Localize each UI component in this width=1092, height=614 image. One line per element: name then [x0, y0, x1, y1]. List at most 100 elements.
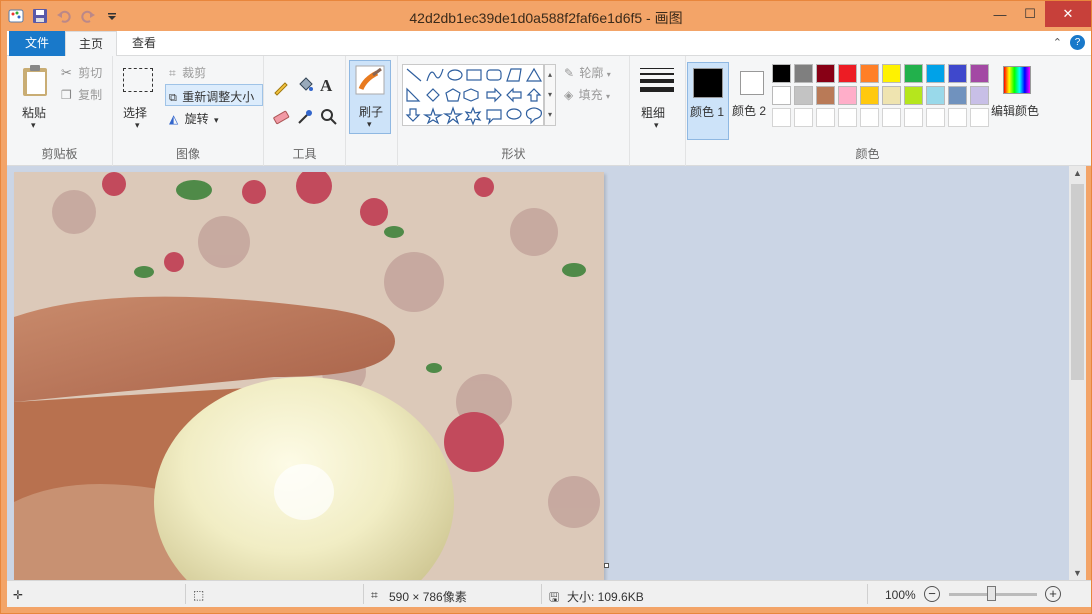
fill-bucket-icon[interactable]	[296, 76, 314, 94]
custom-color-slot[interactable]	[794, 108, 813, 127]
edit-colors-button[interactable]: 编辑颜色	[991, 64, 1047, 134]
zoom-in-button[interactable]: +	[1045, 586, 1061, 602]
collapse-ribbon-icon[interactable]: ⌃	[1053, 36, 1062, 49]
crop-button: ⌗ 裁剪	[169, 64, 206, 81]
palette-color-swatch[interactable]	[904, 64, 923, 83]
minimize-button[interactable]: —	[985, 1, 1015, 27]
custom-color-slot[interactable]	[838, 108, 857, 127]
ribbon-tabs: 文件 主页 查看 ⌃ ?	[7, 31, 1091, 57]
palette-color-swatch[interactable]	[860, 64, 879, 83]
scroll-up-icon[interactable]: ▲	[1069, 168, 1086, 178]
status-divider	[363, 584, 364, 604]
title-bar: 42d2db1ec39de1d0a588f2faf6e1d6f5 - 画图 — …	[1, 1, 1091, 31]
palette-color-swatch[interactable]	[794, 86, 813, 105]
close-button[interactable]: ✕	[1045, 1, 1091, 27]
zoom-level: 100%	[885, 588, 916, 602]
color1-label: 颜色 1	[690, 105, 725, 119]
cursor-position-icon: ✛	[13, 588, 24, 602]
text-tool-icon[interactable]: A	[320, 76, 332, 96]
color2-button[interactable]: 颜色 2	[732, 62, 774, 140]
status-divider	[867, 584, 868, 604]
status-bar: ✛ ⬚ ⌗ 590 × 786像素 🖫 大小: 109.6KB 100% − +	[7, 580, 1091, 607]
palette-color-swatch[interactable]	[970, 86, 989, 105]
cut-button: ✂ 剪切	[61, 64, 102, 81]
tools-group: A 工具	[264, 56, 346, 166]
color-palette	[772, 64, 992, 130]
color2-label: 颜色 2	[732, 104, 767, 118]
custom-color-slot[interactable]	[772, 108, 791, 127]
color1-swatch	[693, 68, 723, 98]
brushes-button[interactable]: 刷子 ▾	[349, 60, 391, 134]
palette-color-swatch[interactable]	[772, 64, 791, 83]
custom-color-slot[interactable]	[860, 108, 879, 127]
maximize-button[interactable]: ☐	[1015, 1, 1045, 27]
canvas-image[interactable]	[14, 172, 604, 580]
color-wheel-icon	[1003, 66, 1031, 94]
palette-color-swatch[interactable]	[816, 64, 835, 83]
color2-swatch	[740, 71, 764, 95]
vertical-scrollbar[interactable]: ▲ ▼	[1069, 166, 1086, 580]
palette-color-swatch[interactable]	[860, 86, 879, 105]
status-divider	[541, 584, 542, 604]
select-button[interactable]: 选择 ▾	[119, 62, 159, 136]
palette-color-swatch[interactable]	[904, 86, 923, 105]
clipboard-group-label: 剪贴板	[41, 147, 78, 161]
palette-color-swatch[interactable]	[882, 86, 901, 105]
rotate-button[interactable]: ◭ 旋转 ▾	[169, 110, 218, 127]
copy-button: ❐ 复制	[61, 86, 102, 103]
shapes-scroll[interactable]: ▴ ▾ ▾	[544, 64, 556, 126]
color-picker-icon[interactable]	[296, 108, 314, 126]
shapes-group: ▴ ▾ ▾ ✎ 轮廓 ▾ ◈ 填充 ▾ 形状	[398, 56, 630, 166]
fill-button: ◈ 填充 ▾	[564, 86, 610, 103]
tab-home[interactable]: 主页	[65, 31, 117, 57]
color1-button[interactable]: 颜色 1	[687, 62, 729, 140]
palette-color-swatch[interactable]	[882, 64, 901, 83]
palette-color-swatch[interactable]	[948, 86, 967, 105]
tab-view[interactable]: 查看	[119, 31, 169, 56]
fill-label: 填充	[578, 88, 603, 102]
pencil-icon[interactable]	[272, 78, 290, 96]
palette-color-swatch[interactable]	[816, 86, 835, 105]
outline-label: 轮廓	[579, 66, 604, 80]
size-button[interactable]: 粗细 ▾	[634, 62, 682, 136]
egg-photo	[14, 172, 604, 580]
custom-color-slot[interactable]	[904, 108, 923, 127]
zoom-slider-thumb[interactable]	[987, 586, 996, 601]
resize-button[interactable]: ⧉ 重新调整大小	[165, 84, 263, 106]
palette-color-swatch[interactable]	[794, 64, 813, 83]
custom-color-slot[interactable]	[948, 108, 967, 127]
image-dimensions: 590 × 786像素	[389, 590, 467, 604]
palette-color-swatch[interactable]	[838, 64, 857, 83]
palette-color-swatch[interactable]	[838, 86, 857, 105]
scroll-thumb[interactable]	[1071, 184, 1084, 380]
eraser-icon[interactable]	[272, 108, 290, 126]
select-dropdown-icon: ▾	[135, 120, 140, 130]
palette-color-swatch[interactable]	[948, 64, 967, 83]
outline-button: ✎ 轮廓 ▾	[564, 64, 611, 81]
palette-color-swatch[interactable]	[772, 86, 791, 105]
palette-color-swatch[interactable]	[926, 86, 945, 105]
canvas-area[interactable]	[7, 166, 1069, 580]
custom-color-slot[interactable]	[970, 108, 989, 127]
resize-icon: ⧉	[169, 92, 177, 104]
custom-color-slot[interactable]	[926, 108, 945, 127]
shapes-gallery[interactable]	[402, 64, 544, 126]
outline-icon: ✎	[564, 66, 575, 80]
select-label: 选择	[123, 106, 148, 120]
canvas-resize-handle[interactable]	[604, 563, 609, 568]
custom-color-slot[interactable]	[816, 108, 835, 127]
scroll-down-icon[interactable]: ▼	[1069, 568, 1086, 578]
paste-button[interactable]: 粘贴 ▾	[13, 62, 57, 136]
edit-colors-label: 编辑颜色	[991, 104, 1040, 118]
resize-label: 重新调整大小	[182, 90, 255, 104]
colors-group: 颜色 1 颜色 2 编辑颜色 颜色	[686, 56, 1049, 166]
tab-file[interactable]: 文件	[9, 31, 65, 56]
help-icon[interactable]: ?	[1070, 35, 1085, 50]
copy-label: 复制	[78, 88, 103, 102]
rotate-label: 旋转	[184, 112, 209, 126]
palette-color-swatch[interactable]	[926, 64, 945, 83]
palette-color-swatch[interactable]	[970, 64, 989, 83]
magnifier-icon[interactable]	[320, 108, 338, 126]
custom-color-slot[interactable]	[882, 108, 901, 127]
zoom-out-button[interactable]: −	[924, 586, 940, 602]
